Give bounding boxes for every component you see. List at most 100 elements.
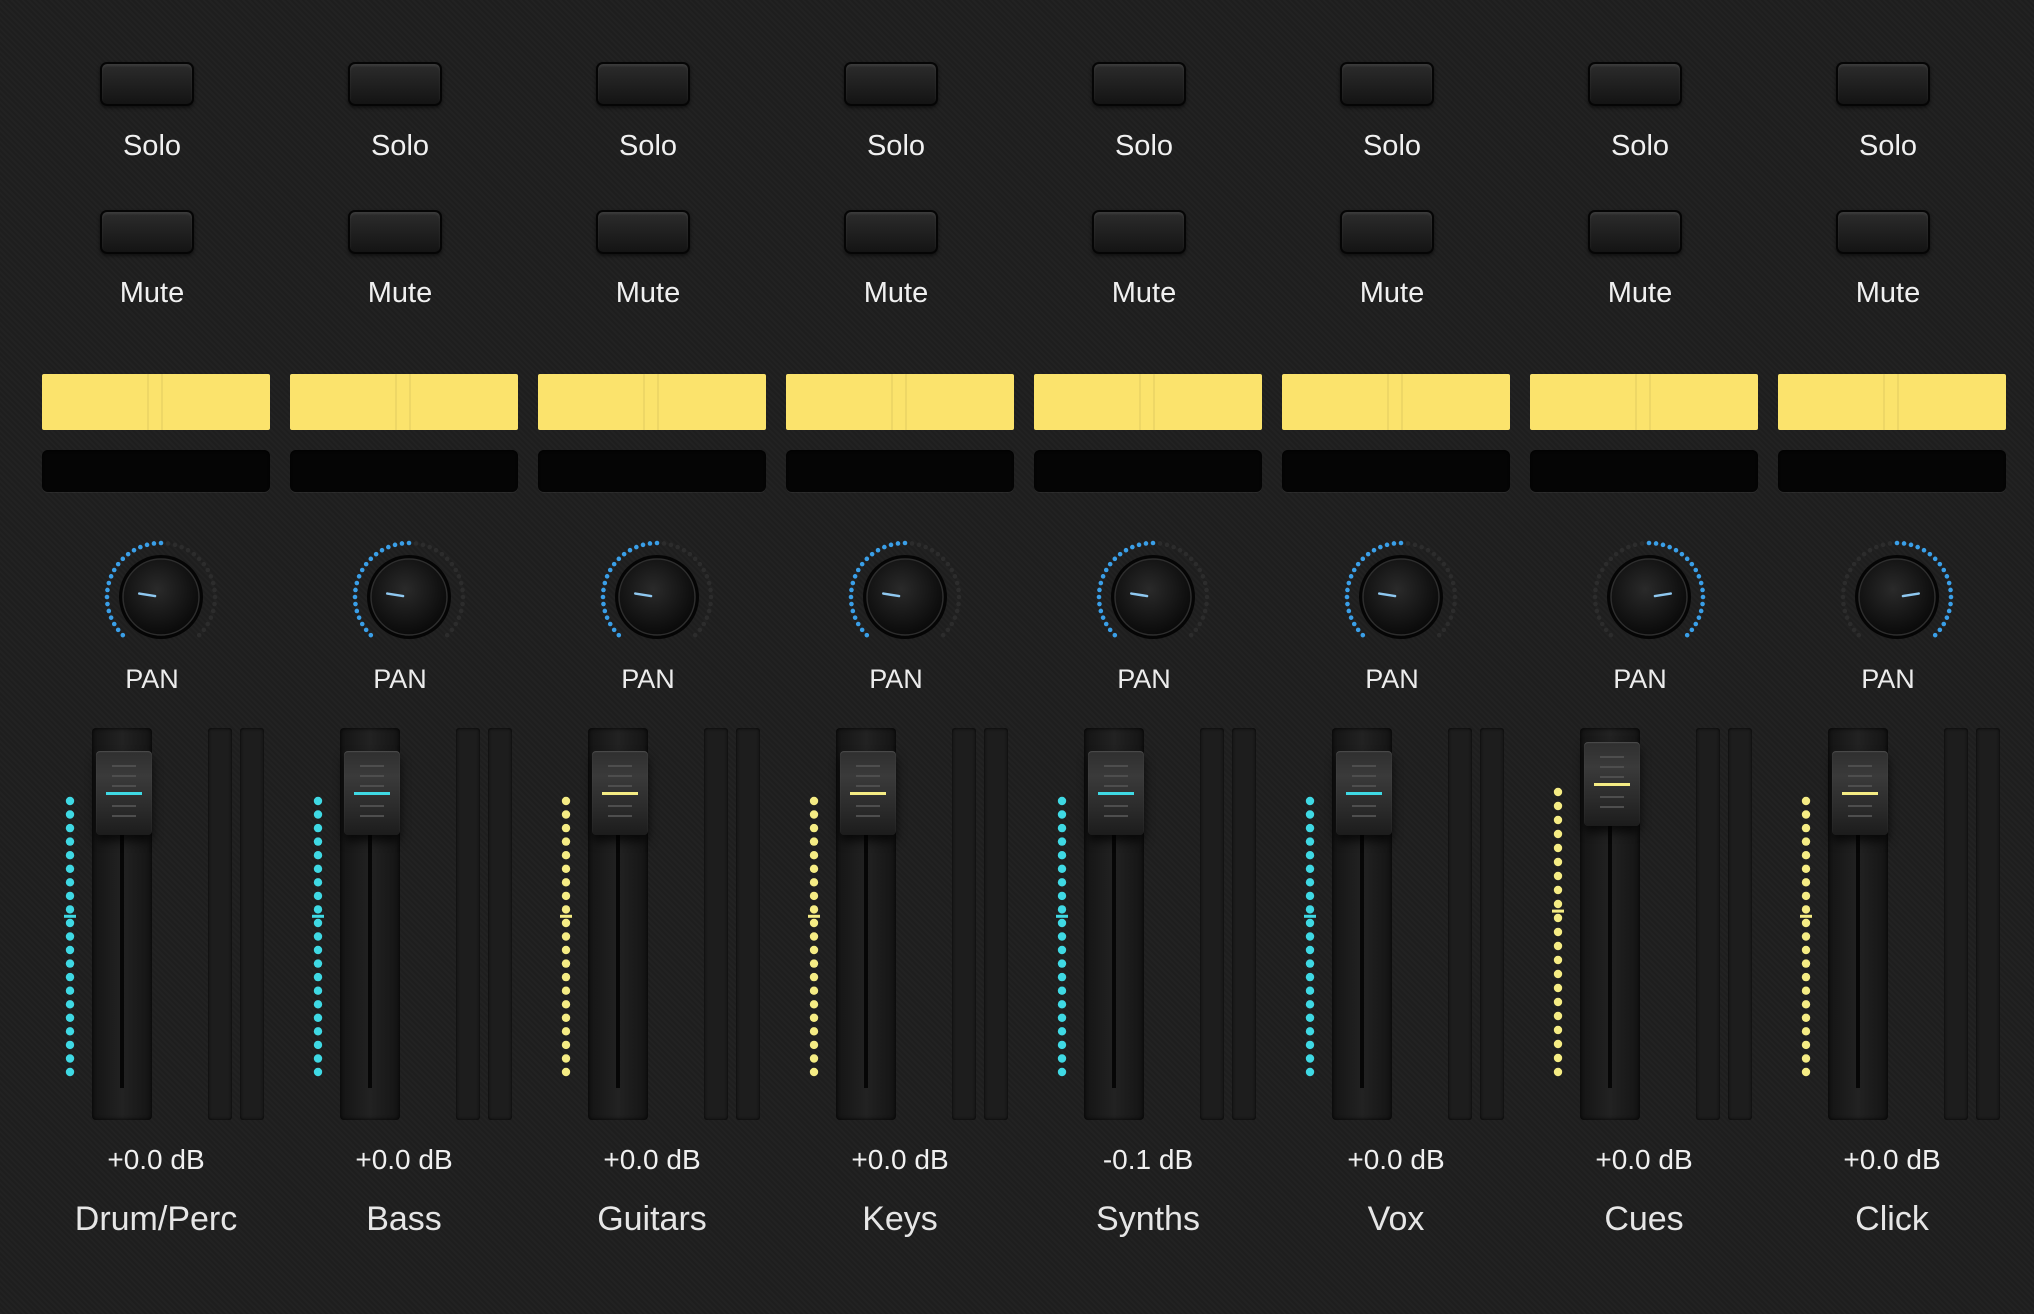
fader-scale-led xyxy=(1801,1027,1811,1036)
mute-button[interactable] xyxy=(596,210,690,254)
track-color-bar[interactable] xyxy=(786,374,1014,430)
track-name-field[interactable] xyxy=(1778,450,2006,492)
fader-grip-line xyxy=(1848,815,1872,817)
pan-ring-dot xyxy=(1842,608,1848,614)
pan-ring-dot xyxy=(697,627,703,633)
track-name-field[interactable] xyxy=(1530,450,1758,492)
pan-knob-icon[interactable] xyxy=(1834,534,1960,660)
fader-grip-line xyxy=(1352,815,1376,817)
pan-ring-dot xyxy=(1204,594,1210,600)
channel-name[interactable]: Drum/Perc xyxy=(32,1200,280,1239)
level-meter-right xyxy=(1232,728,1256,1120)
pan-knob-icon[interactable] xyxy=(1090,534,1216,660)
pan-ring-dot xyxy=(1619,547,1625,553)
pan-knob-icon[interactable] xyxy=(594,534,720,660)
track-color-bar[interactable] xyxy=(1778,374,2006,430)
volume-fader-handle[interactable] xyxy=(96,751,152,835)
pan-knob-icon[interactable] xyxy=(346,534,472,660)
solo-button[interactable] xyxy=(100,62,194,106)
fader-scale-led xyxy=(65,1040,75,1050)
volume-fader-handle[interactable] xyxy=(1832,751,1888,835)
fader-scale-led xyxy=(1801,918,1811,928)
pan-knob-icon[interactable] xyxy=(1338,534,1464,660)
pan-knob-icon[interactable] xyxy=(1586,534,1712,660)
channel-name[interactable]: Keys xyxy=(776,1200,1024,1239)
track-color-bar[interactable] xyxy=(1282,374,1510,430)
fader-scale-led xyxy=(1057,878,1067,887)
mute-button[interactable] xyxy=(1340,210,1434,254)
mute-button[interactable] xyxy=(1092,210,1186,254)
fader-grip-line xyxy=(1848,785,1872,787)
fader-scale-led xyxy=(313,891,323,901)
fader-scale-led xyxy=(1305,851,1315,860)
track-name-field[interactable] xyxy=(42,450,270,492)
channel-name[interactable]: Bass xyxy=(280,1200,528,1239)
mute-button[interactable] xyxy=(1836,210,1930,254)
pan-ring-dot xyxy=(1679,551,1685,557)
pan-ring-dot xyxy=(848,594,854,600)
fader-scale-led xyxy=(65,851,75,860)
track-name-field[interactable] xyxy=(538,450,766,492)
track-color-bar[interactable] xyxy=(290,374,518,430)
channel-name[interactable]: Cues xyxy=(1520,1200,1768,1239)
fader-scale-led xyxy=(1305,810,1315,819)
mute-label: Mute xyxy=(1855,277,1921,309)
pan-ring-dot xyxy=(1599,567,1605,573)
pan-ring-dot xyxy=(956,587,961,593)
pan-ring-dot xyxy=(855,567,861,573)
pan-ring-dot xyxy=(359,621,365,627)
mute-button[interactable] xyxy=(100,210,194,254)
channel-name[interactable]: Synths xyxy=(1024,1200,1272,1239)
solo-button[interactable] xyxy=(1836,62,1930,106)
pan-ring-dot xyxy=(909,541,915,546)
solo-button[interactable] xyxy=(596,62,690,106)
volume-fader-handle[interactable] xyxy=(840,751,896,835)
pan-ring-dot xyxy=(954,580,960,586)
pan-ring-dot xyxy=(602,608,608,614)
track-name-field[interactable] xyxy=(786,450,1014,492)
solo-button[interactable] xyxy=(348,62,442,106)
solo-button[interactable] xyxy=(1092,62,1186,106)
solo-button[interactable] xyxy=(1588,62,1682,106)
mute-button[interactable] xyxy=(1588,210,1682,254)
volume-fader-handle[interactable] xyxy=(592,751,648,835)
pan-knob-icon[interactable] xyxy=(842,534,968,660)
pan-ring-dot xyxy=(1841,587,1846,593)
gain-readout: +0.0 dB xyxy=(107,1144,205,1175)
track-color-bar[interactable] xyxy=(1034,374,1262,430)
solo-button[interactable] xyxy=(1340,62,1434,106)
pan-ring-dot xyxy=(201,561,207,567)
pan-ring-dot xyxy=(1450,608,1456,614)
pan-ring-dot xyxy=(1112,556,1118,562)
track-color-bar[interactable] xyxy=(1530,374,1758,430)
pan-ring-dot xyxy=(1412,542,1418,548)
pan-ring-dot xyxy=(1117,551,1123,557)
track-name-field[interactable] xyxy=(1034,450,1262,492)
track-color-bar[interactable] xyxy=(538,374,766,430)
color-bar-seam xyxy=(1139,374,1155,430)
track-color-bar[interactable] xyxy=(42,374,270,430)
pan-ring-dot xyxy=(706,580,712,586)
mute-button[interactable] xyxy=(844,210,938,254)
volume-fader-handle[interactable] xyxy=(1584,742,1640,826)
volume-fader-handle[interactable] xyxy=(1336,751,1392,835)
volume-fader-handle[interactable] xyxy=(1088,751,1144,835)
pan-ring-dot xyxy=(849,601,854,607)
mute-button[interactable] xyxy=(348,210,442,254)
volume-fader-handle[interactable] xyxy=(344,751,400,835)
pan-ring-dot xyxy=(1419,544,1424,550)
fader-scale-led xyxy=(1801,810,1811,819)
pan-ring-dot xyxy=(1097,601,1102,607)
pan-ring-dot xyxy=(1355,627,1361,633)
pan-knob-icon[interactable] xyxy=(98,534,224,660)
track-name-field[interactable] xyxy=(1282,450,1510,492)
solo-button[interactable] xyxy=(844,62,938,106)
fader-scale-led xyxy=(561,1013,571,1022)
track-name-field[interactable] xyxy=(290,450,518,492)
pan-ring-dot xyxy=(144,542,150,548)
fader-scale-led xyxy=(1057,1013,1067,1022)
channel-name[interactable]: Vox xyxy=(1272,1200,1520,1239)
channel-name[interactable]: Guitars xyxy=(528,1200,776,1239)
pan-ring-dot xyxy=(923,544,928,550)
channel-name[interactable]: Click xyxy=(1768,1200,2016,1239)
